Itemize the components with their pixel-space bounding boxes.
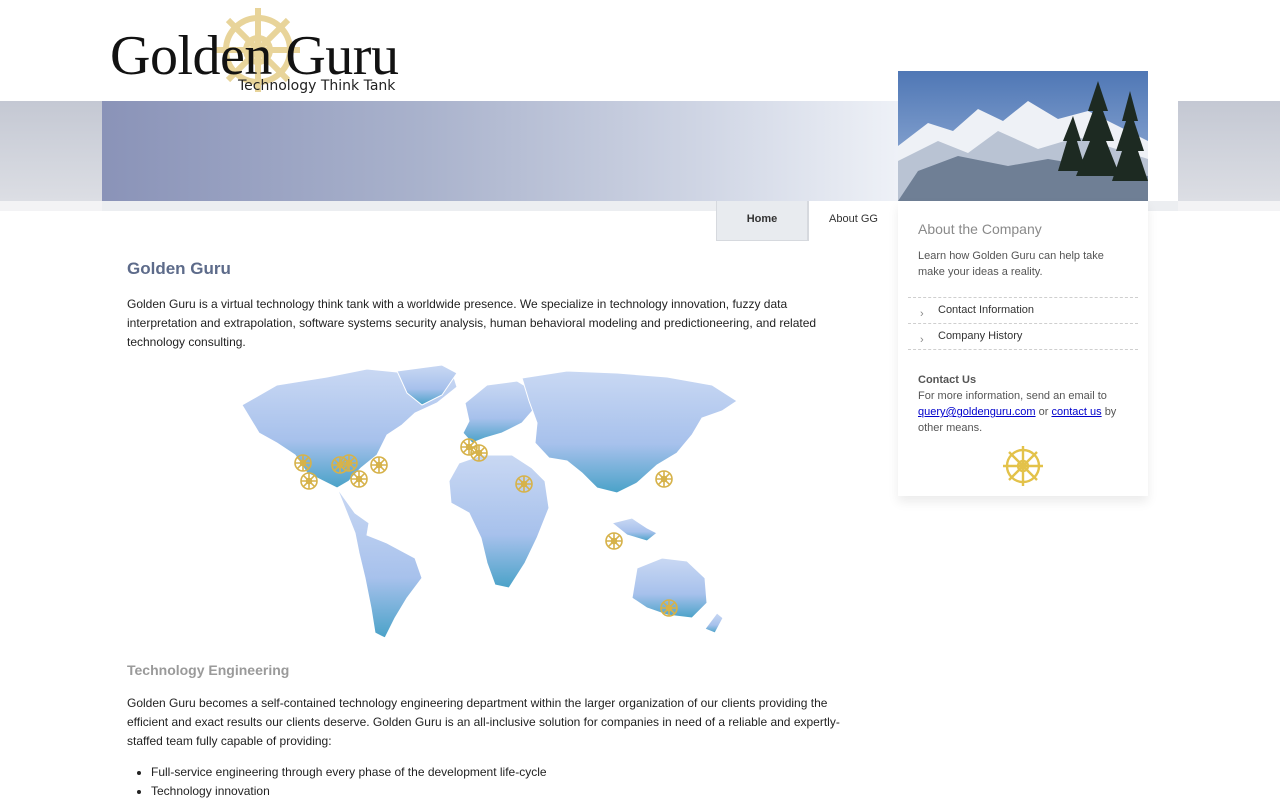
tab-about-gg[interactable]: About GG: [808, 201, 898, 241]
sidebar-link-label: Contact Information: [938, 304, 1034, 316]
world-map: [237, 363, 738, 643]
list-item: Technology innovation: [151, 782, 547, 801]
contact-heading: Contact Us: [918, 374, 977, 386]
page-container: Golden Guru Technology Think Tank Home A…: [102, 0, 1178, 800]
tab-home[interactable]: Home: [716, 201, 808, 241]
sidebar-title: About the Company: [918, 221, 1042, 237]
list-item: Full-service engineering through every p…: [151, 763, 547, 782]
chevron-right-icon: ›: [920, 308, 924, 320]
tab-home-label: Home: [746, 213, 778, 225]
dharma-wheel-icon: [1003, 446, 1043, 486]
sidebar: About the Company Learn how Golden Guru …: [898, 201, 1148, 496]
services-list: Full-service engineering through every p…: [127, 763, 547, 801]
contact-block: Contact Us For more information, send an…: [918, 372, 1128, 436]
contact-text: For more information, send an email to: [918, 390, 1107, 402]
intro-paragraph: Golden Guru is a virtual technology thin…: [127, 297, 817, 349]
header-banner: [102, 101, 898, 201]
chevron-right-icon: ›: [920, 334, 924, 346]
sidebar-link-contact-information[interactable]: › Contact Information: [908, 298, 1138, 324]
section-paragraph: Golden Guru becomes a self-contained tec…: [127, 696, 840, 748]
sidebar-description: Learn how Golden Guru can help take make…: [918, 250, 1104, 278]
logo-name: Golden Guru: [110, 25, 399, 87]
contact-or: or: [1038, 406, 1049, 418]
contact-us-link[interactable]: contact us: [1051, 406, 1101, 418]
email-link[interactable]: query@goldenguru.com: [918, 406, 1036, 418]
page-title: Golden Guru: [127, 259, 231, 278]
mountain-photo: [898, 71, 1148, 201]
sidebar-link-company-history[interactable]: › Company History: [908, 324, 1138, 350]
section-title: Technology Engineering: [127, 662, 290, 678]
logo-tagline: Technology Think Tank: [238, 78, 396, 94]
logo[interactable]: Golden Guru Technology Think Tank: [108, 4, 408, 98]
sidebar-links: › Contact Information › Company History: [908, 297, 1138, 350]
sidebar-link-label: Company History: [938, 330, 1023, 342]
tab-about-label: About GG: [829, 213, 878, 225]
